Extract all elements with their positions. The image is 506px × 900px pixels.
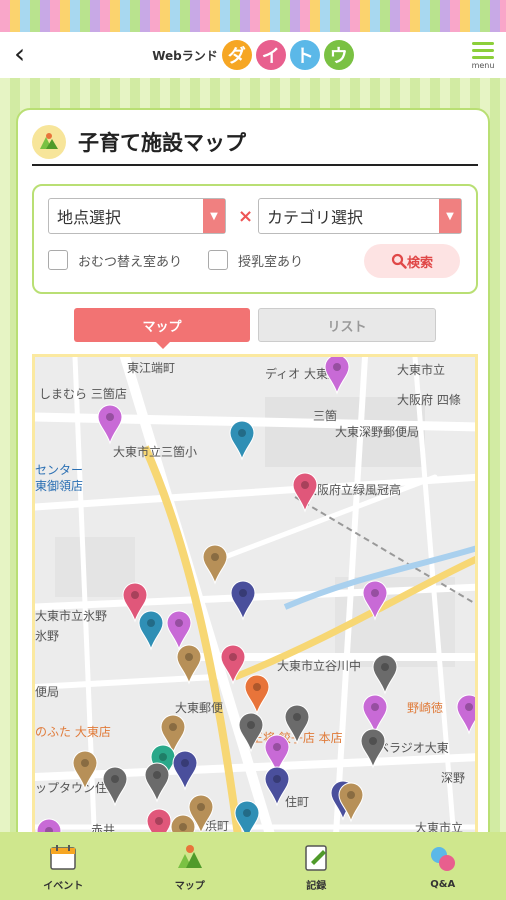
map-person-icon xyxy=(174,841,206,873)
location-select-value: 地点選択 xyxy=(57,208,122,227)
map-pin-marker[interactable] xyxy=(372,654,398,695)
map-pin-marker[interactable] xyxy=(72,750,98,791)
map-pin-marker[interactable] xyxy=(176,644,202,685)
nav-qa-label: Q&A xyxy=(430,878,456,890)
search-button[interactable]: 検索 xyxy=(364,244,460,278)
header-stripe xyxy=(0,0,506,32)
map-pin-marker[interactable] xyxy=(97,404,123,445)
checkbox-box xyxy=(208,250,228,270)
nav-event[interactable]: イベント xyxy=(18,841,108,892)
app-logo: Webランド ダ イ ト ウ xyxy=(152,40,354,70)
map-pin-marker[interactable] xyxy=(324,357,350,395)
chevron-down-icon: ▼ xyxy=(439,199,461,233)
notebook-icon xyxy=(300,841,332,873)
tab-list[interactable]: リスト xyxy=(258,308,436,342)
nursing-room-label: 授乳室あり xyxy=(238,254,304,270)
search-button-label: 検索 xyxy=(406,255,433,271)
nav-event-label: イベント xyxy=(43,880,84,892)
chevron-down-icon: ▼ xyxy=(203,199,225,233)
map-pin-marker[interactable] xyxy=(284,704,310,745)
category-select[interactable]: カテゴリ選択 ▼ xyxy=(258,198,462,234)
map-pin-marker[interactable] xyxy=(362,580,388,621)
map-person-icon xyxy=(32,125,66,159)
nav-qa[interactable]: Q&A xyxy=(398,843,488,890)
checkbox-box xyxy=(48,250,68,270)
map-pin-marker[interactable] xyxy=(456,694,478,735)
map-pin-marker[interactable] xyxy=(144,762,170,803)
calendar-icon xyxy=(47,841,79,873)
filter-panel: 地点選択 ▼ × カテゴリ選択 ▼ おむつ替え室あり 授乳室あり 検索 xyxy=(32,184,478,294)
map-pin-marker[interactable] xyxy=(229,420,255,461)
map-pin-marker[interactable] xyxy=(220,644,246,685)
title-row: 子育て施設マップ xyxy=(32,120,478,166)
menu-bar xyxy=(472,42,494,45)
page-title: 子育て施設マップ xyxy=(78,131,246,155)
facility-map[interactable]: 東江端町 しまむら 三箇店 ディオ 大東店 大東市立 大阪府 四條 大東市立三箇… xyxy=(32,354,478,846)
nursing-room-checkbox[interactable]: 授乳室あり xyxy=(208,250,303,270)
nav-map[interactable]: マップ xyxy=(145,841,235,892)
category-select-value: カテゴリ選択 xyxy=(267,208,364,227)
menu-bar xyxy=(472,56,494,59)
logo-small-text: Webランド xyxy=(152,48,218,63)
diaper-room-checkbox[interactable]: おむつ替え室あり xyxy=(48,250,182,270)
menu-bar xyxy=(472,49,494,52)
logo-char-3: ト xyxy=(289,40,320,70)
location-select[interactable]: 地点選択 ▼ xyxy=(48,198,226,234)
nav-record[interactable]: 記録 xyxy=(271,841,361,892)
times-separator: × xyxy=(238,206,254,227)
hamburger-menu-button[interactable]: menu xyxy=(470,40,496,70)
content-card: 子育て施設マップ 地点選択 ▼ × カテゴリ選択 ▼ おむつ替え室あり 授乳室あ… xyxy=(16,108,490,848)
map-pin-marker[interactable] xyxy=(172,750,198,791)
map-pin-marker[interactable] xyxy=(138,610,164,651)
map-pin-marker[interactable] xyxy=(166,610,192,651)
search-icon xyxy=(391,253,407,269)
logo-char-1: ダ xyxy=(221,40,252,70)
map-pin-marker[interactable] xyxy=(202,544,228,585)
map-pin-marker[interactable] xyxy=(360,728,386,769)
map-pin-marker[interactable] xyxy=(292,472,318,513)
nav-record-label: 記録 xyxy=(306,880,327,892)
chat-bubbles-icon xyxy=(427,843,459,875)
map-pins xyxy=(36,357,478,846)
map-pin-marker[interactable] xyxy=(264,766,290,807)
map-pin-marker[interactable] xyxy=(102,766,128,807)
logo-char-4: ウ xyxy=(323,40,354,70)
nav-map-label: マップ xyxy=(174,880,205,892)
app-header: ‹ Webランド ダ イ ト ウ menu xyxy=(0,32,506,78)
map-pin-marker[interactable] xyxy=(362,694,388,735)
map-pin-marker[interactable] xyxy=(230,580,256,621)
menu-label: menu xyxy=(471,61,495,70)
diaper-room-label: おむつ替え室あり xyxy=(78,254,183,270)
map-pin-marker[interactable] xyxy=(244,674,270,715)
back-arrow-icon[interactable]: ‹ xyxy=(14,40,25,68)
tab-map[interactable]: マップ xyxy=(74,308,250,349)
logo-char-2: イ xyxy=(255,40,286,70)
map-pin-marker[interactable] xyxy=(238,712,264,753)
bottom-navigation: イベント マップ 記録 Q&A xyxy=(0,832,506,900)
